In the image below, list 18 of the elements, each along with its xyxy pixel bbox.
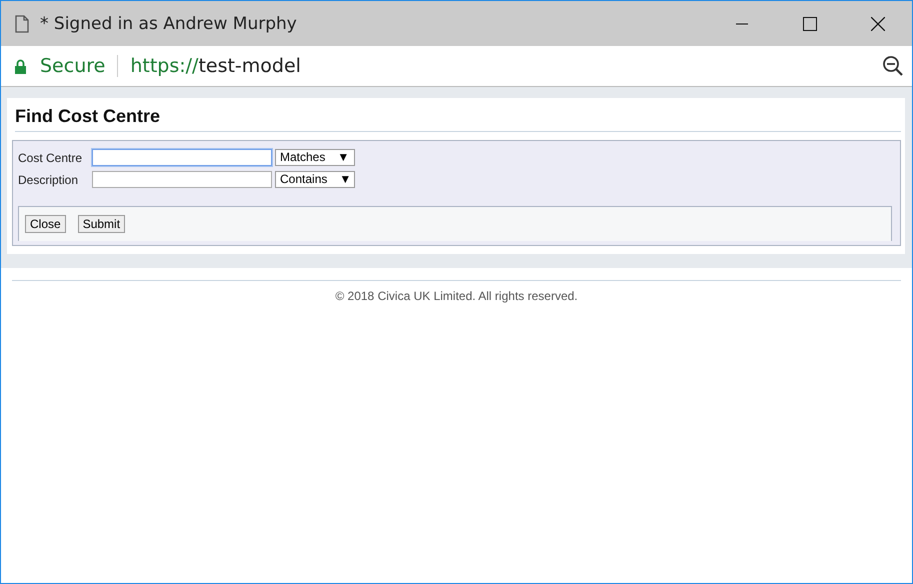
field-label: Description [18, 172, 80, 186]
document-icon [15, 14, 29, 32]
lock-icon [15, 58, 26, 74]
field-label: Cost Centre [18, 150, 84, 164]
window-title: * Signed in as Andrew Murphy [40, 14, 297, 34]
input-field[interactable] [92, 171, 272, 188]
url-field[interactable]: https://test-model [130, 55, 301, 77]
maximize-icon[interactable] [803, 16, 817, 30]
form-button[interactable]: Close [25, 215, 66, 233]
copyright-text: © 2018 Civica UK Limited. All rights reserved. [335, 289, 578, 303]
form-button[interactable]: Submit [78, 215, 126, 233]
zoom-out-icon[interactable] [882, 55, 904, 77]
input-field[interactable] [92, 149, 272, 166]
page-heading: Find Cost Centre [15, 106, 901, 132]
operator-dropdown[interactable]: Matches ▼ [275, 149, 355, 166]
security-label: Secure [40, 55, 106, 77]
operator-dropdown[interactable]: Contains ▼ [275, 171, 355, 188]
close-icon[interactable] [871, 16, 885, 30]
